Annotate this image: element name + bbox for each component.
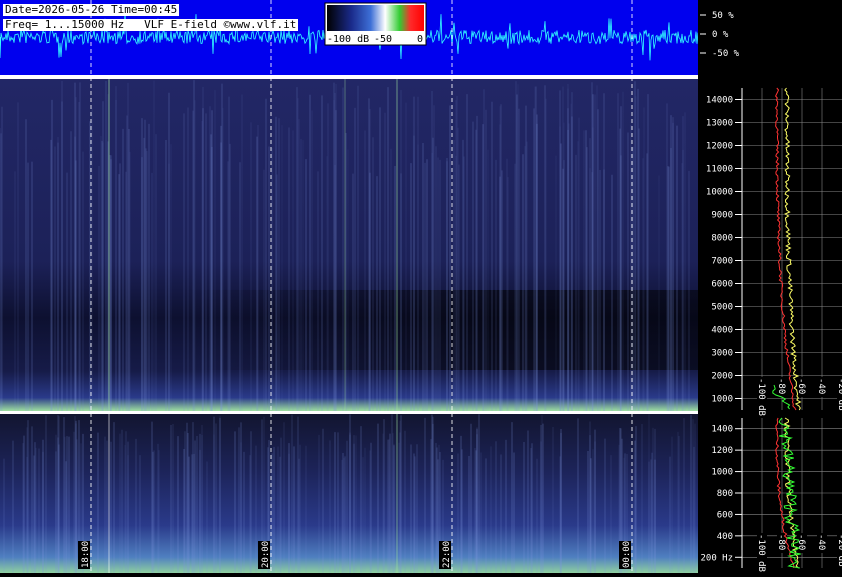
time-axis-label: 20:00 bbox=[261, 541, 271, 568]
vlf-monitor-display: 14000 13000 12000 11000 10000 9000 8000 7000 600… bbox=[0, 0, 842, 577]
colorbar-label-mid: -50 bbox=[374, 34, 392, 45]
date-label: Date=2026-05-26 bbox=[5, 3, 105, 16]
frequency-label: 4000 bbox=[711, 326, 733, 336]
time-label: Time=00:45 bbox=[110, 3, 178, 16]
frequency-label: 2000 bbox=[711, 372, 733, 382]
colorbar-label-min: -100 dB bbox=[327, 34, 369, 45]
frequency-label: 200 Hz bbox=[700, 553, 733, 563]
waveform-scale-label: -50 % bbox=[712, 49, 740, 59]
panel-divider-lower bbox=[0, 411, 698, 414]
frequency-label: 10000 bbox=[706, 188, 733, 198]
frequency-label: 3000 bbox=[711, 349, 733, 359]
frequency-label: 400 bbox=[717, 532, 733, 542]
frequency-label: 1400 bbox=[711, 425, 733, 435]
time-axis-label: 00:00 bbox=[622, 541, 632, 568]
frequency-label: 13000 bbox=[706, 119, 733, 129]
colorbar: -100 dB -50 0 bbox=[324, 2, 427, 46]
frequency-label: 9000 bbox=[711, 211, 733, 221]
panel-divider bbox=[0, 75, 698, 79]
db-scale-label: -100 dB bbox=[756, 378, 766, 416]
time-axis-label: 18:00 bbox=[81, 541, 91, 568]
frequency-label: 14000 bbox=[706, 96, 733, 106]
frequency-label: 1000 bbox=[711, 468, 733, 478]
waveform-scale-label: 0 % bbox=[712, 30, 729, 40]
header-line-2: Freq= 1...15000 Hz VLF E-field ©www.vlf.… bbox=[3, 18, 299, 31]
frequency-label: 600 bbox=[717, 510, 733, 520]
waveform-scale-label: 50 % bbox=[712, 11, 734, 21]
frequency-label: 6000 bbox=[711, 280, 733, 290]
frequency-label: 7000 bbox=[711, 257, 733, 267]
db-scale-label: -20 dB bbox=[836, 534, 842, 567]
db-scale-label: -100 dB bbox=[756, 534, 766, 572]
frequency-label: 5000 bbox=[711, 303, 733, 313]
frequency-label: 1000 bbox=[711, 395, 733, 405]
station-label: VLF E-field ©www.vlf.it bbox=[144, 18, 297, 31]
db-scale-label: -80 bbox=[776, 378, 786, 394]
db-scale-label: -40 bbox=[816, 534, 826, 550]
db-scale-label: -40 bbox=[816, 378, 826, 394]
spectrogram-canvas: 1400013000120001100010000900080007000600… bbox=[0, 0, 842, 577]
header-line-1: Date=2026-05-26 Time=00:45 bbox=[3, 3, 180, 16]
frequency-label: 1200 bbox=[711, 446, 733, 456]
frequency-label: 8000 bbox=[711, 234, 733, 244]
frequency-label: 12000 bbox=[706, 142, 733, 152]
frequency-label: 800 bbox=[717, 489, 733, 499]
colorbar-label-max: 0 bbox=[417, 34, 423, 45]
colorbar-gradient bbox=[327, 5, 424, 31]
time-axis-label: 22:00 bbox=[442, 541, 452, 568]
frequency-label: 11000 bbox=[706, 165, 733, 175]
db-scale-label: -20 dB bbox=[836, 378, 842, 411]
freq-label: Freq= 1...15000 Hz bbox=[5, 18, 125, 31]
